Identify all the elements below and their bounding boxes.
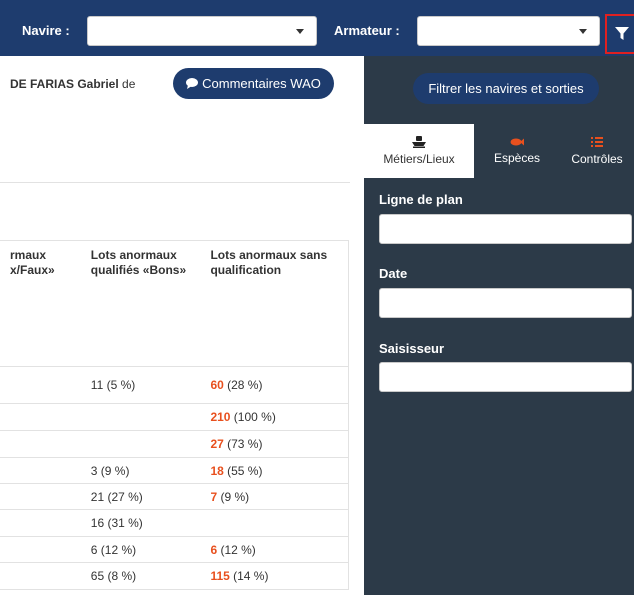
percent: (73 %) <box>223 437 263 451</box>
percent: (100 %) <box>230 410 276 424</box>
percent: (12 %) <box>217 542 256 557</box>
top-filter-bar: Navire : Armateur : <box>0 0 634 56</box>
panel-tabs: Métiers/Lieux Espèces Contrôles <box>364 124 634 178</box>
table-header: rmaux x/Faux» Lots anormaux qualifiés «B… <box>0 241 348 367</box>
table-cell: 65 (8 %) <box>90 569 137 583</box>
percent: (28 %) <box>223 378 263 392</box>
armateur-label: Armateur : <box>334 23 400 38</box>
tab-metiers-lieux[interactable]: Métiers/Lieux <box>364 124 474 178</box>
table-row: 65 (8 %) 115 (14 %) <box>0 563 348 590</box>
percent: (9 %) <box>217 489 250 504</box>
table-cell: 16 (31 %) <box>90 516 143 530</box>
table-cell: 21 (27 %) <box>90 489 143 504</box>
saisisseur-label: Saisisseur <box>379 341 445 356</box>
author-name: DE FARIAS Gabriel <box>10 77 119 91</box>
tab-controles[interactable]: Contrôles <box>560 124 634 178</box>
armateur-select[interactable] <box>417 16 600 46</box>
comment-icon <box>186 78 199 89</box>
author-suffix: de <box>122 77 136 91</box>
table-row: 3 (9 %) 18 (55 %) <box>0 458 348 484</box>
table-cell: 27 (73 %) <box>204 437 348 451</box>
table-row: 210 (100 %) <box>0 404 348 431</box>
table-cell: 18 (55 %) <box>204 464 348 478</box>
header-cell: rmaux x/Faux» <box>10 248 55 277</box>
table-cell: 60 (28 %) <box>204 378 348 392</box>
table-cell: 6 (12 %) <box>90 542 137 557</box>
anomalies-table: rmaux x/Faux» Lots anormaux qualifiés «B… <box>0 240 349 590</box>
table-row: 11 (5 %) 60 (28 %) <box>0 367 348 404</box>
tab-label: Métiers/Lieux <box>383 152 455 166</box>
red-count: 210 <box>210 410 231 424</box>
wao-comments-button[interactable]: Commentaires WAO <box>173 68 334 99</box>
header-cell: Lots anormaux sans qualification <box>210 248 328 277</box>
filter-vessels-trips-button[interactable]: Filtrer les navires et sorties <box>413 73 599 104</box>
percent: (55 %) <box>223 463 263 478</box>
section-divider <box>0 182 350 183</box>
tab-label: Contrôles <box>571 152 623 166</box>
date-label: Date <box>379 266 408 281</box>
red-count: 60 <box>210 378 224 392</box>
table-row: 21 (27 %) 7 (9 %) <box>0 484 348 510</box>
fish-icon <box>510 138 524 146</box>
percent: (14 %) <box>229 569 269 583</box>
table-row: 16 (31 %) <box>0 510 348 537</box>
toggle-filter-panel-button[interactable] <box>605 14 634 54</box>
table-cell: 7 (9 %) <box>204 490 348 504</box>
header-cell: Lots anormaux qualifiés «Bons» <box>90 248 187 277</box>
table-cell: 11 (5 %) <box>90 378 136 392</box>
red-count: 18 <box>210 463 224 478</box>
table-cell: 115 (14 %) <box>204 569 348 583</box>
boat-icon <box>412 136 426 148</box>
red-count: 115 <box>210 569 230 583</box>
red-count: 27 <box>210 437 224 451</box>
filter-icon <box>615 27 629 40</box>
checklist-icon <box>591 137 603 147</box>
saisisseur-input[interactable] <box>379 362 632 392</box>
tab-especes[interactable]: Espèces <box>474 124 560 178</box>
navire-select[interactable] <box>87 16 317 46</box>
author-line: DE FARIAS Gabriel de <box>10 77 135 91</box>
chevron-down-icon <box>296 29 304 34</box>
ligne-de-plan-input[interactable] <box>379 214 632 244</box>
tab-label: Espèces <box>493 151 541 165</box>
navire-label: Navire : <box>22 23 70 38</box>
chevron-down-icon <box>579 29 587 34</box>
filter-side-panel: Filtrer les navires et sorties Métiers/L… <box>364 56 634 595</box>
wao-comments-label: Commentaires WAO <box>202 76 321 91</box>
ligne-de-plan-label: Ligne de plan <box>379 192 463 207</box>
table-row: 6 (12 %) 6 (12 %) <box>0 537 348 563</box>
table-cell: 3 (9 %) <box>90 463 130 478</box>
table-cell: 210 (100 %) <box>204 410 348 424</box>
table-cell: 6 (12 %) <box>204 543 348 557</box>
date-input[interactable] <box>379 288 632 318</box>
table-row: 27 (73 %) <box>0 431 348 458</box>
main-content: DE FARIAS Gabriel de Commentaires WAO rm… <box>0 56 364 595</box>
